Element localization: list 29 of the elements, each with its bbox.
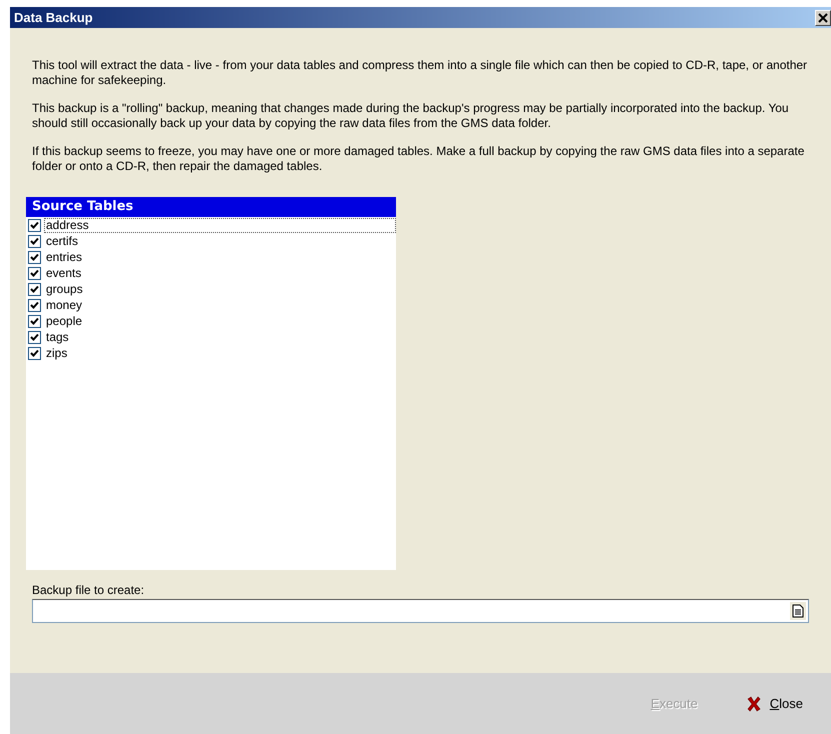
field-label: Backup file to create:	[32, 583, 146, 597]
checkbox[interactable]	[28, 234, 41, 248]
checkbox[interactable]	[28, 250, 41, 264]
table-name[interactable]: groups	[44, 282, 396, 296]
description-text: If this backup seems to freeze, you may have one or more damaged tables. Make a full backup by copying the raw GMS data files into a separate folder or onto a CD-R, then repair the damaged tables.	[32, 144, 806, 174]
table-name[interactable]: zips	[44, 346, 396, 360]
checkbox[interactable]	[28, 266, 41, 280]
close-button[interactable]	[815, 10, 831, 26]
table-name[interactable]: events	[44, 266, 396, 280]
description-text: This tool will extract the data - live - from your data tables and compress them into a single file which can then be copied to CD-R, tape, or another machine for safekeeping.	[32, 58, 808, 88]
table-name[interactable]: tags	[44, 330, 396, 344]
checkbox[interactable]	[28, 314, 41, 328]
document-icon[interactable]	[790, 602, 806, 620]
x-icon	[746, 696, 762, 712]
checkbox[interactable]	[28, 218, 41, 232]
table-name[interactable]: money	[44, 298, 396, 312]
checkbox[interactable]	[28, 346, 41, 360]
checkbox[interactable]	[28, 330, 41, 344]
list-header: Source Tables	[26, 197, 396, 217]
file-path-field[interactable]	[32, 599, 809, 623]
close-button[interactable]: Close	[742, 692, 807, 716]
window-title: Data Backup	[13, 10, 93, 25]
table-name[interactable]: certifs	[44, 234, 396, 248]
table-name[interactable]: entries	[44, 250, 396, 264]
checkbox[interactable]	[28, 282, 41, 296]
checkbox[interactable]	[28, 298, 41, 312]
description-text: This backup is a "rolling" backup, meaning that changes made during the backup's progress may be partially incorporated into the backup. You should still occasionally back up your data by copying the raw data files from the GMS data folder.	[32, 101, 790, 131]
table-name[interactable]: address	[44, 218, 396, 232]
table-name[interactable]: people	[44, 314, 396, 328]
